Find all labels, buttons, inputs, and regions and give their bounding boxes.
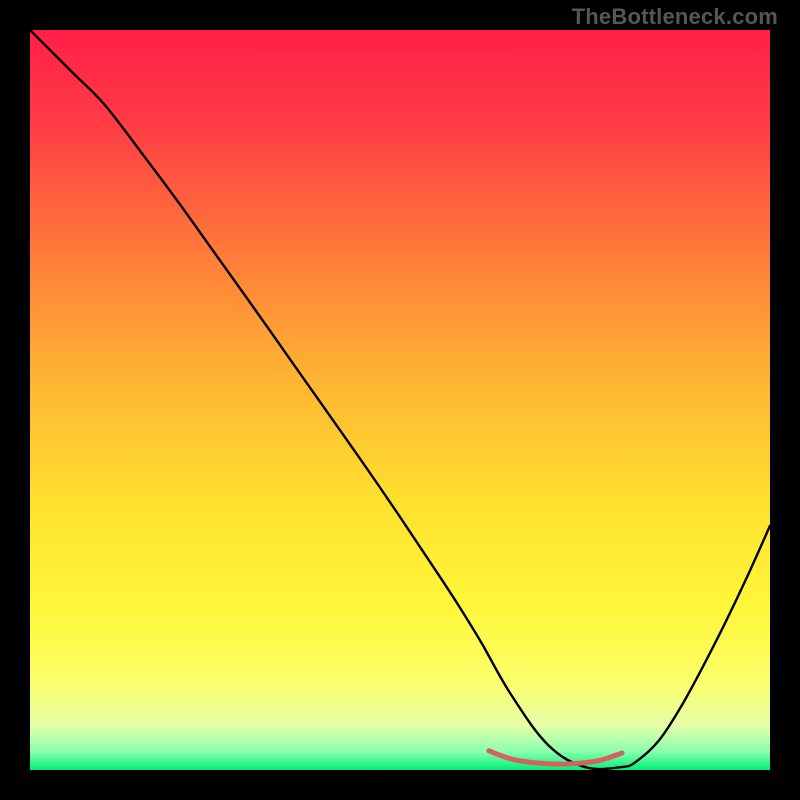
watermark-text: TheBottleneck.com: [572, 4, 778, 30]
gradient-rect: [30, 30, 770, 770]
chart-svg: [30, 30, 770, 770]
chart-container: TheBottleneck.com: [0, 0, 800, 800]
plot-area: [30, 30, 770, 770]
